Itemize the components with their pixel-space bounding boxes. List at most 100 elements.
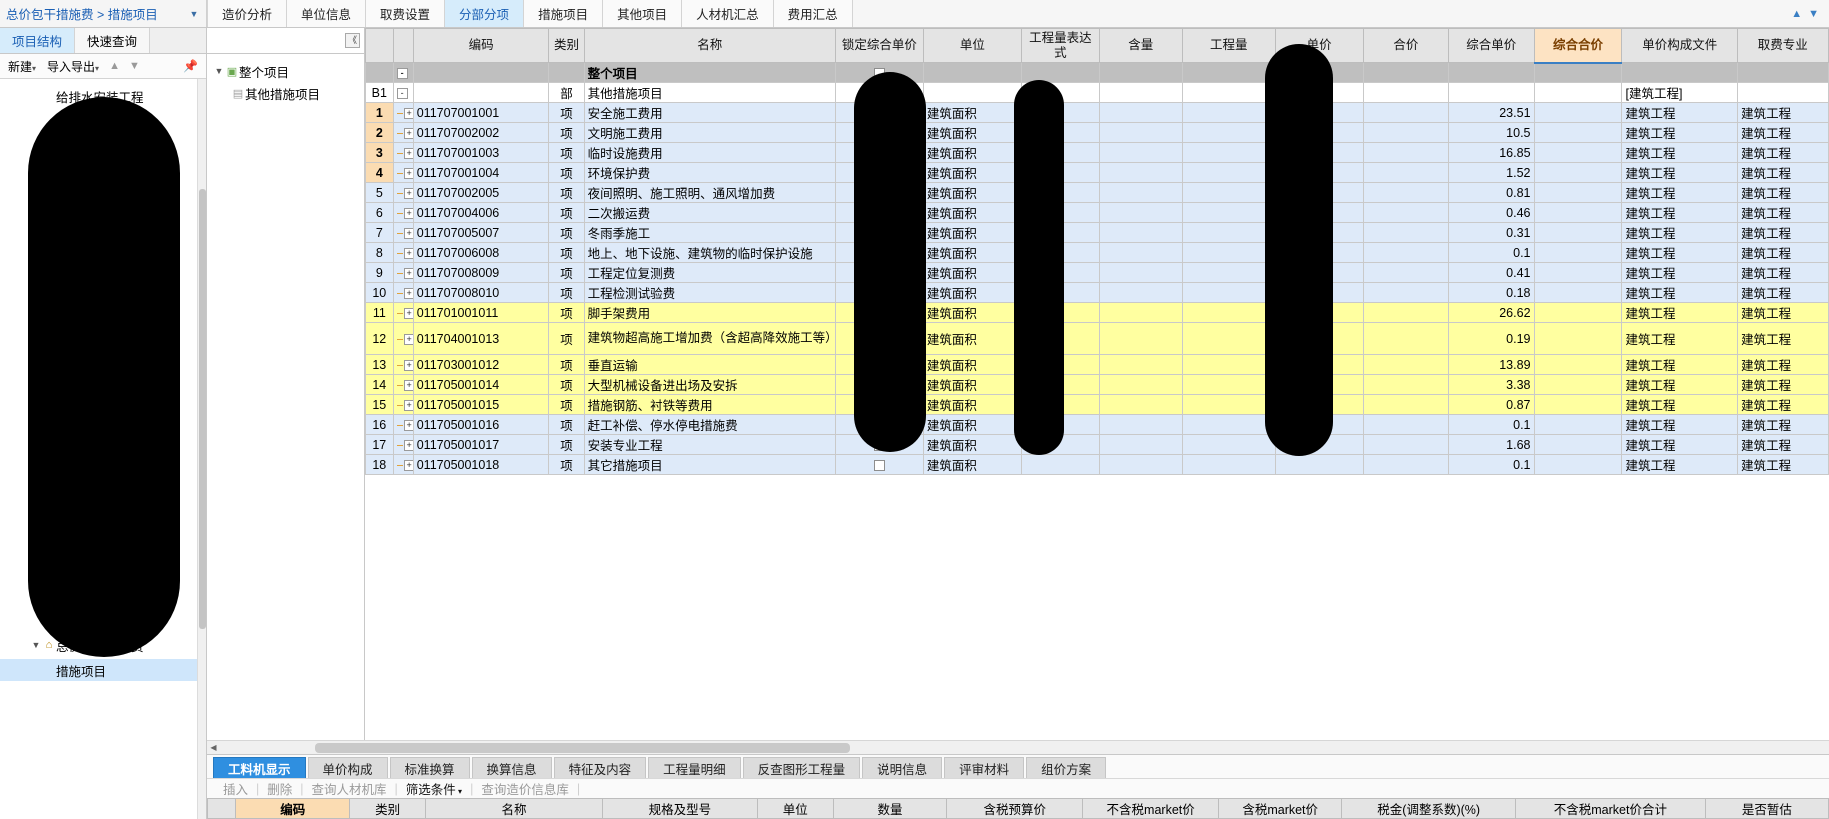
insert-button[interactable]: 插入 <box>215 779 256 798</box>
table-row[interactable]: 9+011707008009项工程定位复测费建筑面积0.41建筑工程建筑工程20… <box>365 262 1829 283</box>
chevron-down-icon[interactable]: ▼ <box>188 9 200 19</box>
tab-zaojia-fenxi[interactable]: 造价分析 <box>207 0 288 27</box>
col-header-total-price[interactable]: 合价 <box>1362 28 1450 63</box>
table-row[interactable]: 14 +011705001014 项大型机械设备进出场及安拆 建筑面积 3.38 建筑工程… <box>365 374 1829 395</box>
tab-shuoming-xinxi[interactable]: 说明信息 <box>862 757 943 778</box>
col-header-qty-expression[interactable]: 工程量表达式 <box>1020 28 1100 63</box>
table-row[interactable]: 16 +011705001016 项赶工补偿、停水停电措施费 建筑面积 0.1 建筑工程建… <box>365 414 1829 435</box>
tab-huansuan-xinxi[interactable]: 换算信息 <box>471 757 552 778</box>
bottom-col-header-unit[interactable]: 单位 <box>756 798 834 819</box>
bottom-col-header-tax-coefficient[interactable]: 税金(调整系数)(%) <box>1341 798 1517 819</box>
bottom-col-header-is-provisional[interactable]: 是否暂估 <box>1704 798 1829 819</box>
arrow-up-icon[interactable]: ▲ <box>106 60 123 72</box>
table-row[interactable]: 18+011705001018项其它措施项目建筑面积0.1建筑工程建筑工程20m… <box>365 454 1829 475</box>
chevron-up-icon[interactable]: ▲ <box>1791 8 1802 20</box>
expand-toggle-icon[interactable]: + <box>403 459 413 471</box>
col-header-name[interactable]: 名称 <box>583 28 836 63</box>
bottom-col-header-taxed-budget-price[interactable]: 含税预算价 <box>946 798 1084 819</box>
col-header-content[interactable]: 含量 <box>1098 28 1183 63</box>
chevron-down-icon[interactable]: ▾ <box>456 787 462 796</box>
expand-toggle-icon[interactable]: + <box>403 227 413 239</box>
table-row[interactable]: - 整个项目 <box>365 62 1829 83</box>
tab-gongchengliang-mingxi[interactable]: 工程量明细 <box>648 757 741 778</box>
tab-gongliaoji-xianshi[interactable]: 工料机显示 <box>213 757 306 778</box>
table-row[interactable]: 6+011707004006项二次搬运费建筑面积0.46建筑工程建筑工程20m以… <box>365 202 1829 223</box>
bottom-col-header-untaxed-market-total[interactable]: 不含税market价合计 <box>1515 798 1706 819</box>
col-header-comprehensive-unit-price[interactable]: 综合单价 <box>1448 28 1535 63</box>
tab-zujia-fangan[interactable]: 组价方案 <box>1026 757 1107 778</box>
chevron-down-icon[interactable]: ▾ <box>32 64 36 73</box>
chevron-down-icon[interactable]: ▼ <box>213 66 225 76</box>
project-breadcrumb-selector[interactable]: 总价包干措施费 > 措施项目 ▼ <box>0 0 207 27</box>
cell-lock[interactable] <box>834 454 924 475</box>
scrollbar-thumb[interactable] <box>199 189 206 629</box>
left-panel-scrollbar[interactable] <box>197 79 206 819</box>
query-cost-info-library-button[interactable]: 查询造价信息库 <box>473 779 577 798</box>
tab-pingshen-cailiao[interactable]: 评审材料 <box>944 757 1025 778</box>
table-row[interactable]: 15 +011705001015 项措施钢筋、衬铁等费用 建筑面积 0.87 建筑工程 建筑… <box>365 394 1829 415</box>
table-row[interactable]: 11+011701001011项脚手架费用建筑面积26.62建筑工程建筑工程20… <box>365 302 1829 323</box>
expand-toggle-icon[interactable]: + <box>403 267 413 279</box>
col-header-quantity[interactable]: 工程量 <box>1181 28 1276 63</box>
tree-item-cuoshi-xiangmu[interactable]: 措施项目 <box>0 659 206 681</box>
expand-toggle-icon[interactable]: + <box>403 333 413 345</box>
expand-toggle-icon[interactable]: + <box>403 187 413 199</box>
col-header-comprehensive-total-price[interactable]: 综合合价 <box>1533 28 1623 64</box>
chevron-down-icon[interactable]: ▼ <box>30 640 42 650</box>
bottom-col-header-name[interactable]: 名称 <box>425 798 603 819</box>
expand-toggle-icon[interactable]: + <box>403 147 413 159</box>
table-row[interactable]: 1+011707001001项安全施工费用建筑面积23.51建筑工程建筑工程20… <box>365 102 1829 123</box>
expand-toggle-icon[interactable]: + <box>403 359 413 371</box>
table-row[interactable]: 12 +011704001013 项建筑物超高施工增加费（含超高降效施工等） 建筑面积… <box>365 322 1829 355</box>
grid-horizontal-scrollbar[interactable]: ◀ <box>207 740 1829 754</box>
cell-tree-toggle[interactable]: - <box>392 82 414 103</box>
chevron-down-icon[interactable]: ▼ <box>1808 8 1819 20</box>
bottom-col-header-spec-model[interactable]: 规格及型号 <box>601 798 758 819</box>
tab-danjia-goucheng[interactable]: 单价构成 <box>307 757 388 778</box>
col-header-kind[interactable]: 类别 <box>548 28 585 63</box>
col-header-fee-profession[interactable]: 取费专业 <box>1737 28 1829 63</box>
bottom-col-header-untaxed-market-price[interactable]: 不含税market价 <box>1082 798 1220 819</box>
tab-tezheng-ji-neirong[interactable]: 特征及内容 <box>553 757 647 778</box>
table-row[interactable]: 13+011703001012项垂直运输建筑面积13.89建筑工程建筑工程20m… <box>365 354 1829 375</box>
arrow-down-icon[interactable]: ▼ <box>126 60 143 72</box>
table-row[interactable]: 10+011707008010项工程检测试验费建筑面积0.18建筑工程建筑工程2… <box>365 282 1829 303</box>
expand-toggle-icon[interactable]: + <box>403 127 413 139</box>
tab-feiyong-huizong[interactable]: 费用汇总 <box>773 0 853 27</box>
chevron-down-icon[interactable]: ▾ <box>95 64 99 73</box>
col-header-unit[interactable]: 单位 <box>922 28 1022 63</box>
delete-button[interactable]: 删除 <box>259 779 300 798</box>
col-header-blank2[interactable] <box>392 28 414 63</box>
expand-toggle-icon[interactable]: + <box>403 419 413 431</box>
tree-node-whole-project[interactable]: ▼ ▣ 整个项目 <box>211 60 360 82</box>
bottom-col-header-kind[interactable]: 类别 <box>349 798 427 819</box>
tab-rencaiji-huizong[interactable]: 人材机汇总 <box>682 0 774 27</box>
expand-toggle-icon[interactable]: + <box>403 379 413 391</box>
table-row[interactable]: 4+011707001004项环境保护费建筑面积1.52建筑工程建筑工程20m以… <box>365 162 1829 183</box>
tab-biaozhun-huansuan[interactable]: 标准换算 <box>389 757 470 778</box>
expand-toggle-icon[interactable]: + <box>403 247 413 259</box>
tab-qufei-shezhi[interactable]: 取费设置 <box>366 0 446 27</box>
tab-project-structure[interactable]: 项目结构 <box>0 28 76 53</box>
import-export-button[interactable]: 导入导出▾ <box>43 57 103 76</box>
tab-fancha-tuxing-gongchengliang[interactable]: 反查图形工程量 <box>742 757 861 778</box>
table-row[interactable]: B1 - 部 其他措施项目 [建筑工程] <box>365 82 1829 103</box>
table-row[interactable]: 8 +011707006008 项地上、地下设施、建筑物的临时保护设施 建筑面积 0.1… <box>365 242 1829 263</box>
col-header-code[interactable]: 编码 <box>412 28 550 63</box>
expand-toggle-icon[interactable]: + <box>403 167 413 179</box>
tab-qita-xiangmu[interactable]: 其他项目 <box>603 0 683 27</box>
collapse-toggle-icon[interactable]: - <box>396 67 408 79</box>
filter-conditions-button[interactable]: 筛选条件 ▾ <box>398 779 470 798</box>
expand-toggle-icon[interactable]: + <box>403 307 413 319</box>
expand-toggle-icon[interactable]: + <box>403 207 413 219</box>
bottom-col-header-quantity[interactable]: 数量 <box>832 798 948 819</box>
table-row[interactable]: 7+011707005007项冬雨季施工建筑面积0.31建筑工程建筑工程20m以… <box>365 222 1829 243</box>
table-row[interactable]: 3+011707001003项临时设施费用建筑面积16.85建筑工程建筑工程20… <box>365 142 1829 163</box>
collapse-left-icon[interactable]: 《 <box>345 33 360 48</box>
bottom-col-header-taxed-market-price[interactable]: 含税market价 <box>1218 798 1343 819</box>
expand-toggle-icon[interactable]: + <box>403 439 413 451</box>
cell-tree-toggle[interactable]: - <box>392 62 414 83</box>
table-row[interactable]: 5 +011707002005 项夜间照明、施工照明、通风增加费 建筑面积 0.81 建筑… <box>365 182 1829 203</box>
table-row[interactable]: 2+011707002002项文明施工费用建筑面积10.5建筑工程建筑工程20m… <box>365 122 1829 143</box>
expand-toggle-icon[interactable]: + <box>403 399 413 411</box>
